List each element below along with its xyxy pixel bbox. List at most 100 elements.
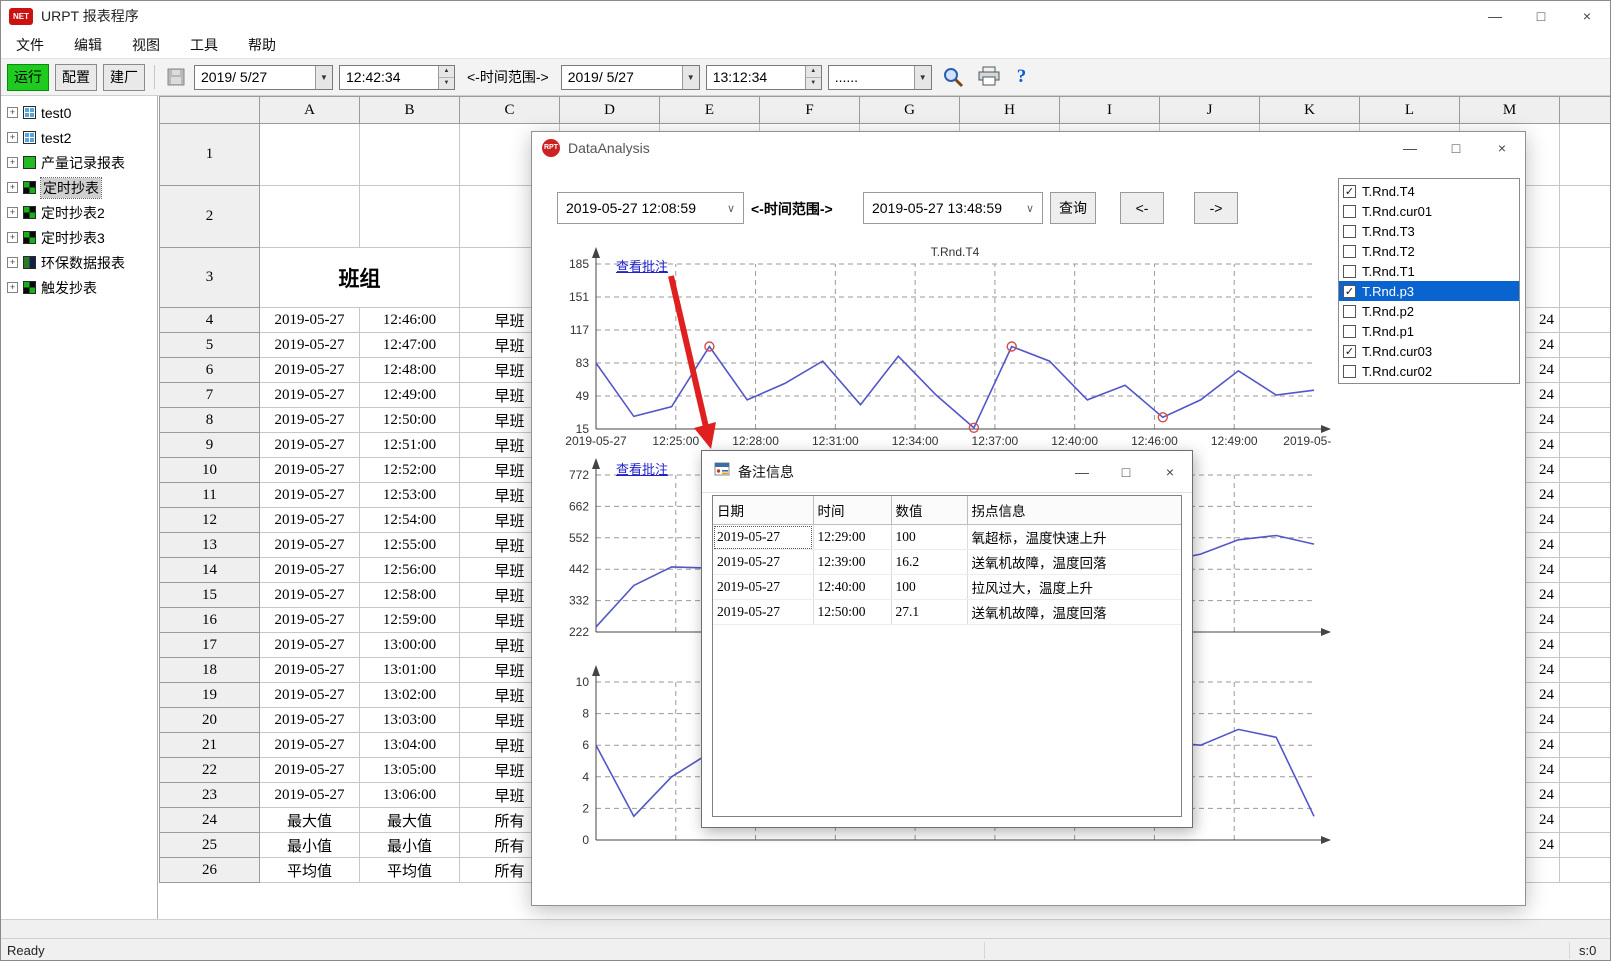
cell[interactable] bbox=[1560, 708, 1611, 733]
cell-date[interactable]: 2019-05-27 bbox=[260, 683, 360, 708]
cell-date[interactable]: 2019-05-27 bbox=[260, 508, 360, 533]
tree-item-6[interactable]: +环保数据报表 bbox=[1, 250, 157, 275]
series-select-combo[interactable]: ...... ▼ bbox=[828, 65, 932, 90]
row-header[interactable]: 15 bbox=[160, 583, 260, 608]
cell[interactable] bbox=[1560, 186, 1611, 248]
remark-titlebar[interactable]: 备注信息 — □ × bbox=[702, 451, 1192, 493]
cell-time[interactable]: 12:53:00 bbox=[360, 483, 460, 508]
cell[interactable] bbox=[360, 124, 460, 186]
cell[interactable] bbox=[260, 124, 360, 186]
remark-row[interactable]: 2019-05-2712:40:00100拉风过大，温度上升 bbox=[713, 575, 1181, 600]
cell-time[interactable]: 12:58:00 bbox=[360, 583, 460, 608]
cell[interactable] bbox=[1560, 658, 1611, 683]
row-header[interactable]: 25 bbox=[160, 833, 260, 858]
expand-icon[interactable]: + bbox=[7, 182, 18, 193]
menu-item-tools[interactable]: 工具 bbox=[175, 35, 233, 55]
cell-date[interactable]: 2019-05-27 bbox=[260, 358, 360, 383]
build-button[interactable]: 建厂 bbox=[103, 64, 145, 91]
cell-time[interactable]: 13:00:00 bbox=[360, 633, 460, 658]
row-header[interactable]: 11 bbox=[160, 483, 260, 508]
cell-time[interactable]: 13:05:00 bbox=[360, 758, 460, 783]
spin-down-icon[interactable]: ▼ bbox=[439, 78, 454, 89]
col-header-C[interactable]: C bbox=[460, 97, 560, 124]
row-header[interactable]: 2 bbox=[160, 186, 260, 248]
row-header[interactable]: 22 bbox=[160, 758, 260, 783]
expand-icon[interactable]: + bbox=[7, 257, 18, 268]
cell-time[interactable]: 12:56:00 bbox=[360, 558, 460, 583]
cell[interactable] bbox=[1560, 858, 1611, 883]
menu-item-file[interactable]: 文件 bbox=[1, 35, 59, 55]
row-header[interactable]: 17 bbox=[160, 633, 260, 658]
cell[interactable] bbox=[1560, 533, 1611, 558]
row-header[interactable]: 19 bbox=[160, 683, 260, 708]
cell-time[interactable]: 最小值 bbox=[360, 833, 460, 858]
cell-date[interactable]: 2019-05-27 bbox=[260, 433, 360, 458]
row-header[interactable]: 12 bbox=[160, 508, 260, 533]
config-button[interactable]: 配置 bbox=[55, 64, 97, 91]
row-header[interactable]: 24 bbox=[160, 808, 260, 833]
cell[interactable] bbox=[360, 186, 460, 248]
row-header[interactable]: 14 bbox=[160, 558, 260, 583]
row-header[interactable]: 23 bbox=[160, 783, 260, 808]
view-annotations-link[interactable]: 查看批注 bbox=[616, 256, 668, 275]
cell-time[interactable]: 12:46:00 bbox=[360, 308, 460, 333]
minimize-icon[interactable]: — bbox=[1387, 132, 1433, 164]
cell-time[interactable]: 12:55:00 bbox=[360, 533, 460, 558]
cell[interactable] bbox=[1560, 308, 1611, 333]
cell[interactable] bbox=[1560, 248, 1611, 308]
remark-col-header-0[interactable]: 日期 bbox=[713, 496, 813, 525]
cell-time[interactable]: 平均值 bbox=[360, 858, 460, 883]
cell-time[interactable]: 13:03:00 bbox=[360, 708, 460, 733]
cell-date[interactable]: 2019-05-27 bbox=[260, 658, 360, 683]
cell[interactable] bbox=[1560, 783, 1611, 808]
remark-col-header-3[interactable]: 拐点信息 bbox=[967, 496, 1181, 525]
expand-icon[interactable]: + bbox=[7, 232, 18, 243]
cell[interactable] bbox=[1560, 583, 1611, 608]
cell-time[interactable]: 13:02:00 bbox=[360, 683, 460, 708]
minimize-icon[interactable]: — bbox=[1472, 1, 1518, 31]
tree-item-5[interactable]: +定时抄表3 bbox=[1, 225, 157, 250]
col-header-J[interactable]: J bbox=[1160, 97, 1260, 124]
tree-item-0[interactable]: +test0 bbox=[1, 100, 157, 125]
end-time-spinner[interactable]: 13:12:34 ▲▼ bbox=[706, 65, 822, 90]
cell-date[interactable]: 2019-05-27 bbox=[260, 633, 360, 658]
cell[interactable] bbox=[1560, 383, 1611, 408]
menu-item-help[interactable]: 帮助 bbox=[233, 35, 291, 55]
cell[interactable] bbox=[1560, 608, 1611, 633]
menu-item-view[interactable]: 视图 bbox=[117, 35, 175, 55]
tree-item-7[interactable]: +触发抄表 bbox=[1, 275, 157, 300]
cell[interactable] bbox=[1560, 758, 1611, 783]
cell[interactable] bbox=[1560, 433, 1611, 458]
save-icon[interactable] bbox=[167, 68, 185, 86]
search-icon[interactable] bbox=[941, 65, 965, 89]
dropdown-arrow-icon[interactable]: ▼ bbox=[682, 66, 699, 89]
col-header-partial[interactable] bbox=[1560, 97, 1611, 124]
row-header[interactable]: 7 bbox=[160, 383, 260, 408]
col-header-I[interactable]: I bbox=[1060, 97, 1160, 124]
col-header-G[interactable]: G bbox=[860, 97, 960, 124]
remark-row[interactable]: 2019-05-2712:29:00100氧超标，温度快速上升 bbox=[713, 525, 1181, 550]
spin-up-icon[interactable]: ▲ bbox=[806, 66, 821, 78]
tree-item-1[interactable]: +test2 bbox=[1, 125, 157, 150]
row-header[interactable]: 20 bbox=[160, 708, 260, 733]
maximize-icon[interactable]: □ bbox=[1433, 132, 1479, 164]
row-header[interactable]: 3 bbox=[160, 248, 260, 308]
col-header-H[interactable]: H bbox=[960, 97, 1060, 124]
cell-date[interactable]: 2019-05-27 bbox=[260, 333, 360, 358]
expand-icon[interactable]: + bbox=[7, 132, 18, 143]
cell-date[interactable]: 2019-05-27 bbox=[260, 758, 360, 783]
cell[interactable] bbox=[1560, 733, 1611, 758]
row-header[interactable]: 16 bbox=[160, 608, 260, 633]
cell-date[interactable]: 2019-05-27 bbox=[260, 708, 360, 733]
help-icon[interactable]: ? bbox=[1013, 66, 1031, 88]
cell-time[interactable]: 12:48:00 bbox=[360, 358, 460, 383]
merged-group-cell[interactable]: 班组 bbox=[260, 248, 460, 308]
cell-date[interactable]: 最大值 bbox=[260, 808, 360, 833]
cell-time[interactable]: 12:47:00 bbox=[360, 333, 460, 358]
view-annotations-link[interactable]: 查看批注 bbox=[616, 459, 668, 478]
dialog-titlebar[interactable]: RPT DataAnalysis — □ × bbox=[532, 132, 1525, 164]
cell-time[interactable]: 12:49:00 bbox=[360, 383, 460, 408]
cell[interactable] bbox=[1560, 833, 1611, 858]
cell-date[interactable]: 2019-05-27 bbox=[260, 308, 360, 333]
spin-up-icon[interactable]: ▲ bbox=[439, 66, 454, 78]
